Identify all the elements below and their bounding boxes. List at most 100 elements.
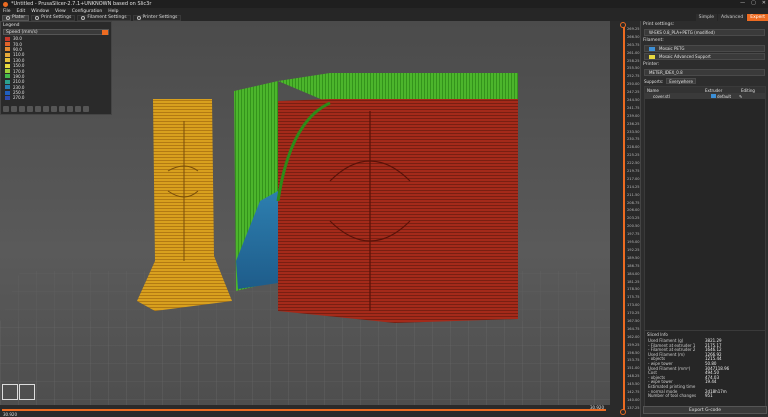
layer-tick-label: 170.25: [627, 311, 640, 316]
red-block: [278, 99, 518, 323]
maximize-button[interactable]: ▢: [751, 0, 756, 6]
mode-advanced[interactable]: Advanced: [718, 14, 747, 21]
mode-expert[interactable]: Expert: [747, 14, 768, 21]
layer-tick-label: 250.00: [627, 82, 640, 87]
layer-tick-label: 186.75: [627, 263, 640, 268]
slider-right-value: 30.920: [590, 405, 604, 410]
vertical-layer-slider[interactable]: 269.25 266.50 263.75 261.00 258.25 255.50 252.…: [610, 21, 640, 417]
printer-settings-icon: [136, 15, 141, 20]
menu-configuration[interactable]: Configuration: [72, 9, 103, 14]
pause-toggle-icon[interactable]: [59, 106, 65, 112]
print-settings-label: Print settings:: [643, 22, 675, 27]
sliced-info-title: Sliced Info: [647, 332, 668, 337]
legend-color-swatch: [5, 63, 10, 68]
menu-help[interactable]: Help: [108, 9, 118, 14]
green-top-surface: [278, 73, 518, 103]
tab-bar: Plater Print Settings Filament Settings …: [0, 14, 768, 21]
tool-marker-toggle-icon[interactable]: [83, 106, 89, 112]
retraction-toggle-icon[interactable]: [19, 106, 25, 112]
layer-tick-label: 156.50: [627, 350, 640, 355]
seams-toggle-icon[interactable]: [35, 106, 41, 112]
3d-preview-viewport[interactable]: Legend Speed (mm/s) 30.0 70.0 90.0 110.0 130…: [0, 21, 610, 405]
layer-tick-label: 197.75: [627, 232, 640, 237]
printer-label: Printer:: [643, 62, 660, 67]
sliced-info-value: 951: [705, 393, 713, 399]
filament-color-swatch: [649, 46, 655, 51]
view-cube[interactable]: [2, 384, 36, 402]
layer-slider-track: [623, 25, 625, 411]
travel-toggle-icon[interactable]: [3, 106, 9, 112]
edit-icon[interactable]: ✎: [739, 94, 742, 99]
tab-plater[interactable]: Plater: [2, 14, 30, 21]
layer-tick-label: 164.75: [627, 326, 640, 331]
deretraction-toggle-icon[interactable]: [27, 106, 33, 112]
layer-tick-label: 239.00: [627, 113, 640, 118]
layer-tick-label: 228.00: [627, 145, 640, 150]
print-profile-select[interactable]: W-EKS 0.8_PLA+PETG (modified): [644, 29, 765, 36]
layer-tick-label: 151.00: [627, 366, 640, 371]
view-type-select[interactable]: Speed (mm/s): [3, 29, 109, 35]
title-bar: *Untitled - PrusaSlicer-2.7.1+UNKNOWN ba…: [0, 0, 768, 8]
chevron-down-icon: [102, 30, 108, 35]
layer-tick-label: 261.00: [627, 50, 640, 55]
layer-tick-label: 178.50: [627, 287, 640, 292]
extruder-color-swatch: [711, 94, 716, 98]
legend-panel: Legend Speed (mm/s) 30.0 70.0 90.0 110.0 130…: [0, 21, 112, 115]
iso-view-icon[interactable]: [2, 384, 18, 400]
layer-tick-label: 211.50: [627, 192, 640, 197]
layer-tick-label: 258.25: [627, 58, 640, 63]
tab-print-settings[interactable]: Print Settings: [31, 14, 76, 21]
layer-tick-label: 145.50: [627, 382, 640, 387]
horizontal-move-slider[interactable]: 30.920 30.920: [0, 405, 610, 417]
menu-file[interactable]: File: [3, 9, 11, 14]
tool-change-toggle-icon[interactable]: [43, 106, 49, 112]
printer-select[interactable]: METER_IDEX_0.8: [644, 69, 765, 76]
layer-tick-label: 269.25: [627, 27, 640, 31]
filament-color-swatch: [649, 54, 655, 59]
filament-label: Filament:: [643, 38, 664, 43]
wipe-toggle-icon[interactable]: [11, 106, 17, 112]
filament-select-1[interactable]: Mosaic PETG: [644, 45, 765, 52]
minimize-button[interactable]: —: [740, 0, 745, 6]
legend-color-swatch: [5, 95, 10, 100]
layer-tick-label: 241.75: [627, 105, 640, 110]
close-button[interactable]: ✕: [762, 0, 766, 6]
menu-view[interactable]: View: [55, 9, 66, 14]
top-layer-handle[interactable]: [620, 22, 626, 28]
filament-select-2[interactable]: Mosaic Advanced Support: [644, 53, 765, 60]
list-item[interactable]: cover.stl default ✎: [645, 93, 765, 99]
layer-tick-label: 167.50: [627, 318, 640, 323]
layer-tick-label: 255.50: [627, 66, 640, 71]
legend-color-swatch: [5, 79, 10, 84]
layer-tick-labels: 269.25 266.50 263.75 261.00 258.25 255.50 252.…: [627, 27, 640, 414]
slider-left-value: 30.920: [3, 412, 17, 417]
export-gcode-button[interactable]: Export G-code: [643, 406, 767, 414]
layer-tick-label: 181.25: [627, 279, 640, 284]
layer-tick-label: 244.50: [627, 98, 640, 103]
layer-tick-label: 230.75: [627, 137, 640, 142]
layer-tick-label: 148.25: [627, 374, 640, 379]
supports-select[interactable]: Everywhere: [666, 78, 696, 84]
legend-color-swatch: [5, 69, 10, 74]
perspective-view-icon[interactable]: [19, 384, 35, 400]
menu-window[interactable]: Window: [31, 9, 49, 14]
tab-filament-settings[interactable]: Filament Settings: [77, 14, 131, 21]
plater-icon: [6, 15, 10, 20]
layer-tick-label: 247.25: [627, 90, 640, 95]
window-title: *Untitled - PrusaSlicer-2.7.1+UNKNOWN ba…: [11, 1, 152, 7]
mode-simple[interactable]: Simple: [695, 14, 718, 21]
bottom-layer-handle[interactable]: [620, 409, 626, 415]
col-extruder: Extruder: [705, 87, 723, 93]
layer-tick-label: 192.25: [627, 247, 640, 252]
custom-gcode-toggle-icon[interactable]: [67, 106, 73, 112]
shells-toggle-icon[interactable]: [75, 106, 81, 112]
color-change-toggle-icon[interactable]: [51, 106, 57, 112]
layer-tick-label: 142.75: [627, 389, 640, 394]
legend-color-swatch: [5, 90, 10, 95]
layer-tick-label: 195.00: [627, 240, 640, 245]
legend-list: 30.0 70.0 90.0 110.0 130.0 150.0 170.0 190.0 210…: [1, 36, 111, 101]
menu-edit[interactable]: Edit: [17, 9, 26, 14]
tab-printer-settings[interactable]: Printer Settings: [132, 14, 182, 21]
layer-tick-label: 266.50: [627, 34, 640, 39]
legend-color-swatch: [5, 42, 10, 47]
